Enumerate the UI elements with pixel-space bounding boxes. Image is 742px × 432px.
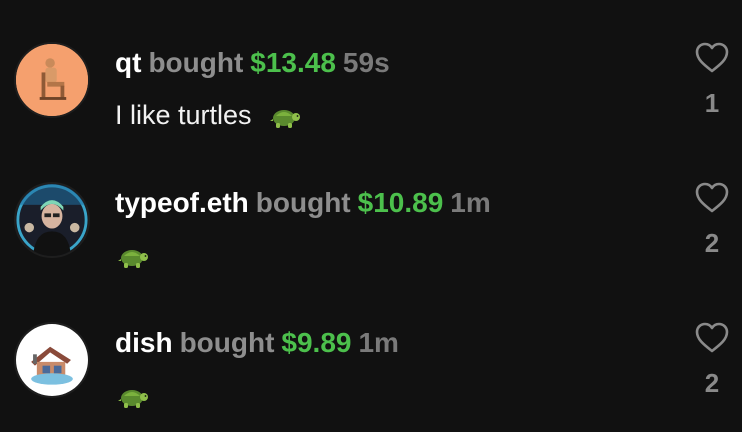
purchase-header: qt bought $13.48 59s [115,46,390,80]
timestamp: 59s [342,47,390,78]
avatar[interactable] [14,42,90,118]
timestamp: 1m [450,187,491,218]
action-label: bought [148,47,244,78]
amount: $10.89 [357,187,444,218]
amount: $13.48 [250,47,336,78]
like-count: 2 [704,368,720,398]
turtle-emoji [117,384,149,410]
message [115,238,149,272]
like-control: 2 [686,182,738,258]
amount: $9.89 [281,327,352,358]
turtle-emoji [269,104,301,130]
purchase-header: typeof.eth bought $10.89 1m [115,186,491,220]
username[interactable]: typeof.eth [115,187,249,218]
message-text: I like turtles [115,100,252,130]
action-label: bought [255,187,351,218]
avatar[interactable] [14,182,90,258]
like-control: 2 [686,322,738,398]
username[interactable]: dish [115,327,173,358]
username[interactable]: qt [115,47,141,78]
feed-item: typeof.eth bought $10.89 1m 2 [0,140,742,270]
like-control: 1 [686,42,738,118]
turtle-emoji [117,244,149,270]
feed-item: qt bought $13.48 59s I like turtles 1 [0,0,742,130]
feed-item: dish bought $9.89 1m 2 [0,280,742,410]
like-count: 2 [704,228,720,258]
message: I like turtles [115,98,301,132]
action-label: bought [179,327,275,358]
timestamp: 1m [358,327,399,358]
heart-outline-icon[interactable] [695,182,729,214]
message [115,378,149,412]
like-count: 1 [704,88,720,118]
heart-outline-icon[interactable] [695,322,729,354]
avatar[interactable] [14,322,90,398]
heart-outline-icon[interactable] [695,42,729,74]
purchase-feed: qt bought $13.48 59s I like turtles 1 ty… [0,0,742,432]
purchase-header: dish bought $9.89 1m [115,326,399,360]
